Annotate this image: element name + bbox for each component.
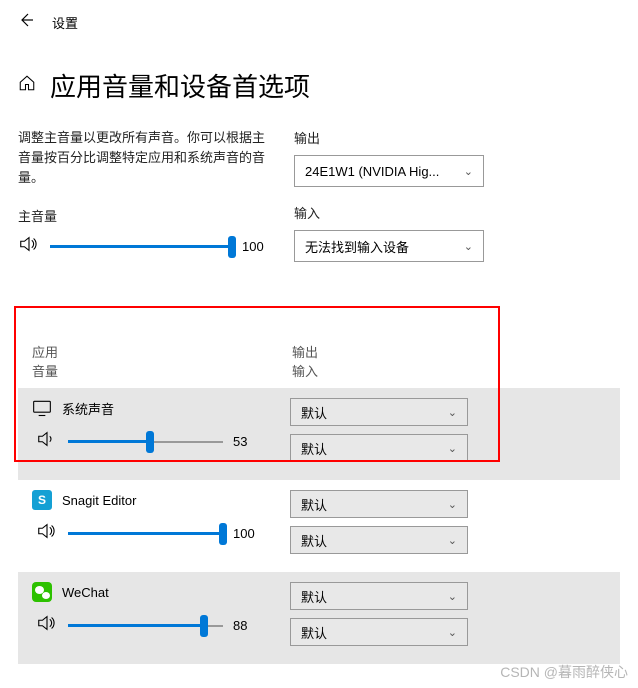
chevron-down-icon: ⌄ (448, 626, 457, 639)
app-row-wechat: WeChat 88 默认 ⌄ 默认 ⌄ (18, 572, 620, 664)
app-output-dropdown[interactable]: 默认 ⌄ (290, 582, 468, 610)
app-name: WeChat (62, 585, 109, 600)
header-app: 应用 (32, 342, 292, 361)
app-output-dropdown[interactable]: 默认 ⌄ (290, 490, 468, 518)
header-input: 输入 (292, 361, 606, 380)
app-volume-value: 88 (233, 618, 267, 633)
watermark: CSDN @暮雨醉侠心 (500, 662, 628, 682)
dropdown-value: 默认 (301, 495, 327, 514)
app-input-dropdown[interactable]: 默认 ⌄ (290, 434, 468, 462)
home-icon[interactable] (18, 74, 36, 97)
output-device-dropdown[interactable]: 24E1W1 (NVIDIA Hig... ⌄ (294, 155, 484, 187)
master-volume-slider[interactable] (50, 235, 232, 259)
speaker-icon[interactable] (18, 233, 40, 260)
chevron-down-icon: ⌄ (448, 406, 457, 419)
page-title: 应用音量和设备首选项 (50, 67, 310, 104)
app-input-dropdown[interactable]: 默认 ⌄ (290, 618, 468, 646)
app-volume-slider[interactable] (68, 430, 223, 454)
dropdown-value: 默认 (301, 531, 327, 550)
app-name: 系统声音 (62, 399, 114, 418)
speaker-icon[interactable] (36, 612, 58, 639)
chevron-down-icon: ⌄ (448, 534, 457, 547)
app-volume-slider[interactable] (68, 522, 223, 546)
app-volume-value: 53 (233, 434, 267, 449)
app-row-system-sounds: 系统声音 53 默认 ⌄ 默认 ⌄ (18, 388, 620, 480)
input-device-dropdown[interactable]: 无法找到输入设备 ⌄ (294, 230, 484, 262)
app-row-snagit: S Snagit Editor 100 默认 ⌄ 默认 (18, 480, 620, 572)
app-input-dropdown[interactable]: 默认 ⌄ (290, 526, 468, 554)
header-output: 输出 (292, 342, 606, 361)
window-title: 设置 (52, 13, 78, 32)
back-button[interactable] (18, 12, 34, 33)
chevron-down-icon: ⌄ (448, 590, 457, 603)
input-device-value: 无法找到输入设备 (305, 237, 409, 256)
header-volume: 音量 (32, 361, 292, 380)
master-volume-label: 主音量 (18, 206, 276, 225)
app-output-dropdown[interactable]: 默认 ⌄ (290, 398, 468, 426)
app-volume-value: 100 (233, 526, 267, 541)
chevron-down-icon: ⌄ (464, 240, 473, 253)
dropdown-value: 默认 (301, 439, 327, 458)
speaker-icon[interactable] (36, 428, 58, 455)
dropdown-value: 默认 (301, 403, 327, 422)
wechat-icon (32, 582, 52, 602)
chevron-down-icon: ⌄ (448, 498, 457, 511)
dropdown-value: 默认 (301, 623, 327, 642)
app-name: Snagit Editor (62, 493, 136, 508)
monitor-icon (32, 398, 52, 418)
output-label: 输出 (294, 128, 620, 147)
chevron-down-icon: ⌄ (464, 165, 473, 178)
output-device-value: 24E1W1 (NVIDIA Hig... (305, 164, 439, 179)
input-label: 输入 (294, 203, 620, 222)
snagit-icon: S (32, 490, 52, 510)
speaker-icon[interactable] (36, 520, 58, 547)
master-volume-value: 100 (242, 239, 276, 254)
app-volume-slider[interactable] (68, 614, 223, 638)
chevron-down-icon: ⌄ (448, 442, 457, 455)
dropdown-value: 默认 (301, 587, 327, 606)
description-text: 调整主音量以更改所有声音。你可以根据主音量按百分比调整特定应用和系统声音的音量。 (18, 128, 276, 188)
